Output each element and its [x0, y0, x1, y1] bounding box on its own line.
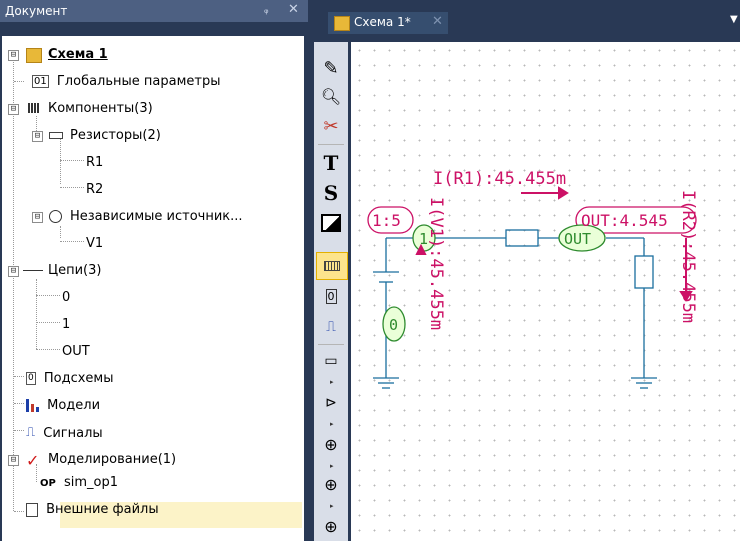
resistors-label: Резисторы(2): [70, 128, 161, 143]
subcircuit-icon: 0: [26, 372, 36, 385]
image-icon[interactable]: [316, 210, 346, 236]
models-icon: [26, 399, 39, 412]
collapse-icon[interactable]: ⊟: [8, 266, 19, 277]
collapse-icon[interactable]: ⊟: [32, 131, 43, 142]
nets-label: Цепи(3): [48, 263, 102, 278]
tree-item-subcircuits[interactable]: 0 Подсхемы: [26, 368, 114, 390]
components-label: Компоненты(3): [48, 101, 153, 116]
collapse-icon[interactable]: ⊟: [8, 50, 19, 61]
tree-item-signals[interactable]: ⎍ Сигналы: [26, 422, 103, 444]
root-label: Схема 1: [48, 47, 108, 62]
editor-area: Схема 1* ✕ ▼ ✎ 🔍︎ ✂ T S 0 ⎍ ▭ ▸ ⊳ ▸ ⊕ ▸ …: [312, 0, 740, 541]
file-icon: [26, 502, 38, 517]
chip-icon[interactable]: 0: [316, 284, 346, 310]
global-params-label: Глобальные параметры: [56, 74, 221, 89]
r1-label: R1: [86, 155, 104, 170]
v1-label: V1: [86, 236, 104, 251]
close-panel-icon[interactable]: ✕: [288, 2, 299, 17]
tree-item-r1[interactable]: R1: [86, 152, 103, 174]
net-1-label: 1: [62, 317, 71, 332]
resistor-icon: [49, 132, 63, 139]
tree-item-external-files[interactable]: Внешние файлы: [26, 499, 159, 521]
node-0-label: 0: [389, 316, 398, 334]
schematic-canvas[interactable]: I(R1):45.455m 1:5 OUT:4.545 I(V1):45.455…: [351, 42, 740, 541]
component-icon[interactable]: [316, 252, 348, 280]
net-out-label: OUT: [62, 344, 90, 359]
voltage-source-icon[interactable]: ⊕: [316, 432, 346, 458]
tree-item-global-params[interactable]: 01 Глобальные параметры: [32, 71, 221, 93]
document-panel-header: Документ ᵩ ✕: [0, 0, 308, 22]
net-0-label: 0: [62, 290, 71, 305]
current-source-icon[interactable]: ⊕: [316, 472, 346, 498]
params-icon: 01: [32, 75, 49, 88]
chip-icon: [28, 103, 40, 113]
tool-palette: ✎ 🔍︎ ✂ T S 0 ⎍ ▭ ▸ ⊳ ▸ ⊕ ▸ ⊕ ▸ ⊕: [314, 42, 348, 541]
signal-icon[interactable]: ⎍: [316, 314, 346, 340]
collapse-icon[interactable]: ⊟: [32, 212, 43, 223]
symbol-tool-icon[interactable]: S: [316, 180, 346, 206]
close-tab-icon[interactable]: ✕: [432, 14, 443, 29]
cut-icon[interactable]: ✂: [316, 114, 346, 140]
tab-bar: Схема 1* ✕ ▼: [312, 0, 740, 40]
text-tool-icon[interactable]: T: [316, 150, 346, 176]
signal-icon: ⎍: [26, 425, 36, 440]
models-label: Модели: [47, 398, 101, 413]
external-files-label: Внешние файлы: [46, 502, 159, 517]
collapse-icon[interactable]: ⊟: [8, 104, 19, 115]
net-label-out: OUT:4.545: [581, 211, 668, 230]
panel-title: Документ: [5, 4, 68, 18]
r2-label: R2: [86, 182, 104, 197]
net-label-left: 1:5: [372, 211, 401, 230]
tab-label: Схема 1*: [354, 15, 411, 29]
schematic-drawing: I(R1):45.455m 1:5 OUT:4.545 I(V1):45.455…: [367, 169, 698, 389]
diode-icon[interactable]: ⊳: [316, 390, 346, 416]
collapse-icon[interactable]: ⊟: [8, 455, 19, 466]
ground-source-icon[interactable]: ⊕: [316, 514, 346, 540]
sim-op1-label: sim_op1: [63, 475, 119, 490]
tab-schematic[interactable]: Схема 1* ✕: [328, 12, 448, 34]
tree-item-net-1[interactable]: 1: [62, 314, 70, 336]
pencil-icon[interactable]: ✎: [316, 56, 346, 82]
simulation-icon: ✓: [26, 451, 40, 470]
probe-r1-label: I(R1):45.455m: [433, 169, 566, 189]
tree-item-r2[interactable]: R2: [86, 179, 103, 201]
sources-label: Независимые источник...: [70, 209, 243, 224]
pin-icon[interactable]: ᵩ: [264, 3, 269, 16]
simulation-label: Моделирование(1): [48, 452, 177, 467]
source-icon: [49, 210, 62, 223]
signals-label: Сигналы: [43, 425, 103, 441]
tree-item-sim-op1[interactable]: OP sim_op1: [40, 472, 118, 494]
tree-item-net-0[interactable]: 0: [62, 287, 70, 309]
tab-menu-icon[interactable]: ▼: [730, 14, 738, 25]
node-1-label: 1: [419, 230, 428, 248]
node-out-label: OUT: [564, 230, 591, 248]
schematic-icon: [334, 16, 350, 31]
document-tree: ⊟ Схема 1 01 Глобальные параметры ⊟ Комп…: [2, 36, 304, 541]
subcircuits-label: Подсхемы: [43, 371, 114, 386]
probe-r2-label: I(R2):45.455m: [678, 190, 698, 323]
probe-v1-label: I(V1):45.455m: [426, 197, 446, 330]
tree-item-v1[interactable]: V1: [86, 233, 103, 255]
zoom-icon[interactable]: 🔍︎: [316, 84, 346, 110]
resistor-icon[interactable]: ▭: [316, 348, 346, 374]
tree-item-net-out[interactable]: OUT: [62, 341, 90, 363]
schematic-icon: [26, 48, 42, 63]
tree-item-models[interactable]: Модели: [26, 395, 100, 417]
net-icon: [23, 270, 43, 271]
document-panel: Документ ᵩ ✕ ⊟ Схема 1 01 Глобальные пар…: [0, 0, 308, 541]
op-tag: OP: [40, 478, 56, 489]
